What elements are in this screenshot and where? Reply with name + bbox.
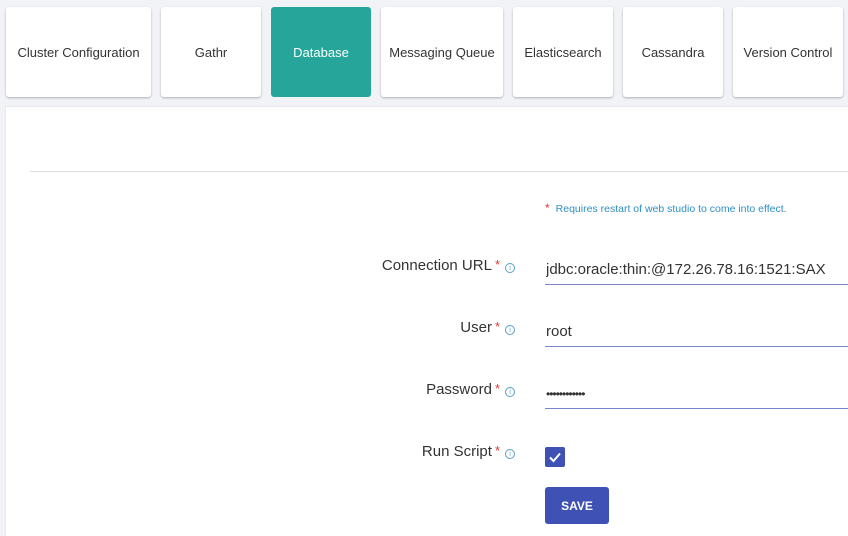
restart-note-text: Requires restart of web studio to come i… — [555, 203, 787, 215]
save-button[interactable]: SAVE — [545, 487, 609, 524]
tab-cassandra[interactable]: Cassandra — [623, 7, 723, 97]
divider — [30, 171, 848, 172]
settings-tabs: Cluster Configuration Gathr Database Mes… — [0, 0, 848, 100]
connection-url-row: Connection URL * i — [6, 255, 848, 297]
tab-version-control[interactable]: Version Control — [733, 7, 843, 97]
connection-url-label: Connection URL * — [381, 257, 500, 274]
info-icon[interactable]: i — [505, 263, 515, 273]
info-icon[interactable]: i — [505, 449, 515, 459]
tab-gathr[interactable]: Gathr — [161, 7, 261, 97]
user-input[interactable] — [545, 317, 848, 347]
required-star: * — [545, 201, 550, 215]
run-script-row: Run Script * i — [6, 443, 848, 483]
password-input[interactable] — [545, 379, 848, 409]
user-row: User * i — [6, 317, 848, 359]
tab-messaging-queue[interactable]: Messaging Queue — [381, 7, 503, 97]
tab-cluster-configuration[interactable]: Cluster Configuration — [6, 7, 151, 97]
password-row: Password * i — [6, 379, 848, 421]
info-icon[interactable]: i — [505, 387, 515, 397]
restart-note: * Requires restart of web studio to come … — [545, 201, 787, 215]
tab-database[interactable]: Database — [271, 7, 371, 97]
connection-url-input[interactable] — [545, 255, 848, 285]
tab-elasticsearch[interactable]: Elasticsearch — [513, 7, 613, 97]
run-script-checkbox[interactable] — [545, 447, 565, 467]
password-label: Password * — [426, 381, 500, 398]
run-script-label: Run Script * — [421, 443, 500, 460]
info-icon[interactable]: i — [505, 325, 515, 335]
user-label: User * — [460, 319, 500, 336]
database-settings-panel: * Requires restart of web studio to come … — [6, 107, 848, 536]
checkmark-icon — [549, 452, 561, 463]
